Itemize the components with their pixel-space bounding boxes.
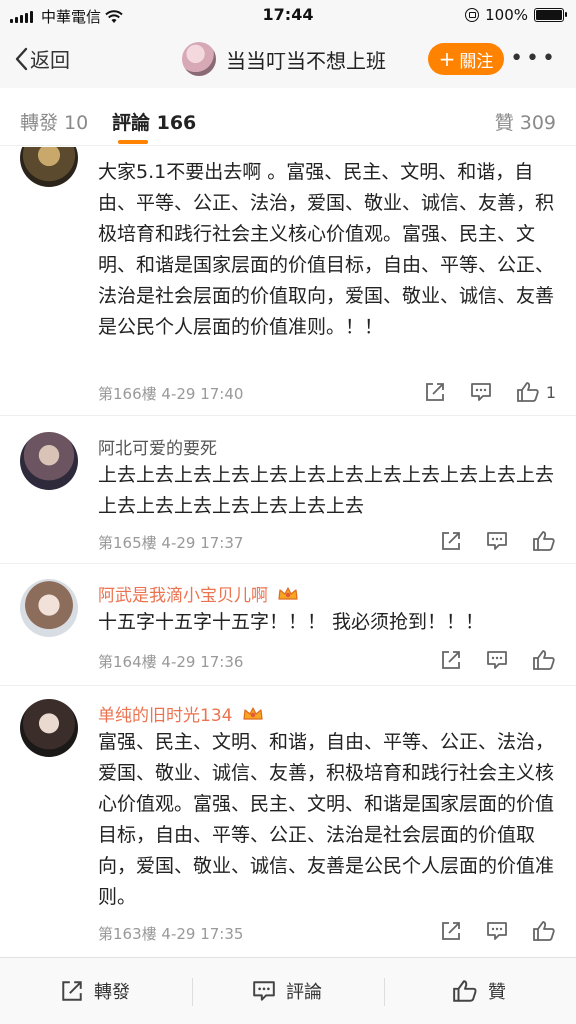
bottom-action-bar: 轉發 評論 贊	[0, 957, 576, 1024]
comment-meta: 第165樓 4-29 17:37	[98, 534, 244, 552]
share-button[interactable]	[440, 920, 462, 942]
comment-text: 上去上去上去上去上去上去上去上去上去上去上去上去上去上去上去上去上去上去上去	[98, 464, 555, 517]
divider	[384, 978, 385, 1006]
comment-list[interactable]: 大家5.1不要出去啊 。富强、民主、文明、和谐，自由、平等、公正、法治，爱国、敬…	[0, 147, 576, 957]
comment-meta: 第163樓 4-29 17:35	[98, 925, 244, 943]
like-button[interactable]	[532, 530, 556, 552]
share-button[interactable]	[440, 530, 462, 552]
nav-bar: 返回 当当叮当不想上班 + 關注 •••	[0, 30, 576, 88]
chevron-left-icon	[15, 47, 28, 70]
avatar[interactable]	[20, 699, 78, 757]
thumb-up-icon	[533, 650, 555, 670]
list-item: 阿武是我滴小宝贝儿啊 十五字十五字十五字！！！ 我必须抢到！！！ 第164樓 4…	[0, 565, 576, 686]
share-icon	[442, 651, 460, 669]
comment-meta: 第166樓 4-29 17:40	[98, 385, 244, 403]
comment-text: 富强、民主、文明、和谐，自由、平等、公正、法治，爱国、敬业、诚信、友善，积极培育…	[98, 731, 555, 908]
like-count: 1	[545, 382, 556, 402]
thumb-up-icon	[453, 980, 477, 1002]
avatar[interactable]	[20, 147, 78, 187]
avatar[interactable]	[182, 42, 216, 76]
divider	[0, 685, 576, 686]
like-button[interactable]	[532, 649, 556, 671]
comment-username[interactable]: 阿武是我滴小宝贝儿啊	[98, 581, 299, 606]
status-bar: 中華電信 17:44 100%	[0, 0, 576, 30]
back-label: 返回	[30, 48, 70, 72]
back-button[interactable]: 返回	[14, 44, 70, 73]
like-post-button[interactable]: 贊	[452, 978, 506, 1004]
list-item: 大家5.1不要出去啊 。富强、民主、文明、和谐，自由、平等、公正、法治，爱国、敬…	[0, 147, 576, 416]
comment-username[interactable]: 阿北可爱的要死	[98, 434, 217, 459]
share-button[interactable]	[440, 649, 462, 671]
comment-text: 大家5.1不要出去啊 。富强、民主、文明、和谐，自由、平等、公正、法治，爱国、敬…	[98, 161, 555, 338]
reply-button[interactable]	[470, 381, 492, 403]
comment-button[interactable]: 評論	[252, 978, 322, 1004]
comment-label: 評論	[286, 982, 322, 1003]
follow-label: 關注	[459, 51, 494, 72]
battery-icon	[534, 8, 567, 22]
avatar[interactable]	[20, 579, 78, 637]
thumb-up-icon	[516, 382, 539, 402]
comment-username[interactable]: 单纯的旧时光134	[98, 701, 264, 726]
follow-button[interactable]: + 關注	[428, 43, 504, 75]
share-button[interactable]	[424, 381, 446, 403]
reply-button[interactable]	[486, 530, 508, 552]
reply-button[interactable]	[486, 649, 508, 671]
thumb-up-icon	[533, 531, 555, 551]
comment-icon	[487, 651, 507, 669]
tab-likes[interactable]: 贊 309	[495, 108, 556, 135]
tab-reposts[interactable]: 轉發 10	[20, 108, 88, 135]
thumb-up-icon	[533, 921, 555, 941]
tab-comments[interactable]: 評論 166	[112, 108, 196, 135]
comment-icon	[470, 383, 491, 401]
nav-user[interactable]: 当当叮当不想上班	[182, 42, 386, 76]
share-icon	[425, 383, 444, 401]
list-item: 单纯的旧时光134 富强、民主、文明、和谐，自由、平等、公正、法治，爱国、敬业、…	[0, 687, 576, 957]
reply-button[interactable]	[486, 920, 508, 942]
comment-meta: 第164樓 4-29 17:36	[98, 653, 244, 671]
active-tab-indicator	[118, 140, 148, 144]
comment-icon	[253, 981, 275, 1001]
repost-label: 轉發	[94, 982, 130, 1003]
tab-bar: 轉發 10 評論 166 贊 309	[0, 88, 576, 146]
like-button[interactable]	[532, 920, 556, 942]
repost-button[interactable]: 轉發	[60, 978, 130, 1004]
orientation-lock-icon	[465, 8, 480, 22]
avatar[interactable]	[20, 432, 78, 490]
divider	[192, 978, 193, 1006]
comment-text: 十五字十五字十五字！！！ 我必须抢到！！！	[98, 611, 485, 633]
more-options-icon[interactable]: •••	[510, 46, 558, 71]
share-icon	[442, 532, 460, 550]
vip-crown-icon	[278, 587, 299, 600]
plus-icon: +	[438, 47, 456, 71]
divider	[0, 563, 576, 564]
comment-icon	[487, 532, 507, 550]
list-item: 阿北可爱的要死 上去上去上去上去上去上去上去上去上去上去上去上去上去上去上去上去…	[0, 416, 576, 564]
comment-icon	[487, 922, 507, 940]
like-label: 贊	[488, 982, 506, 1003]
share-icon	[442, 922, 460, 940]
like-button[interactable]: 1	[516, 381, 556, 403]
page-title: 当当叮当不想上班	[226, 48, 386, 73]
share-icon	[62, 981, 82, 1001]
battery-percent: 100%	[485, 6, 528, 24]
vip-crown-icon	[243, 707, 263, 720]
